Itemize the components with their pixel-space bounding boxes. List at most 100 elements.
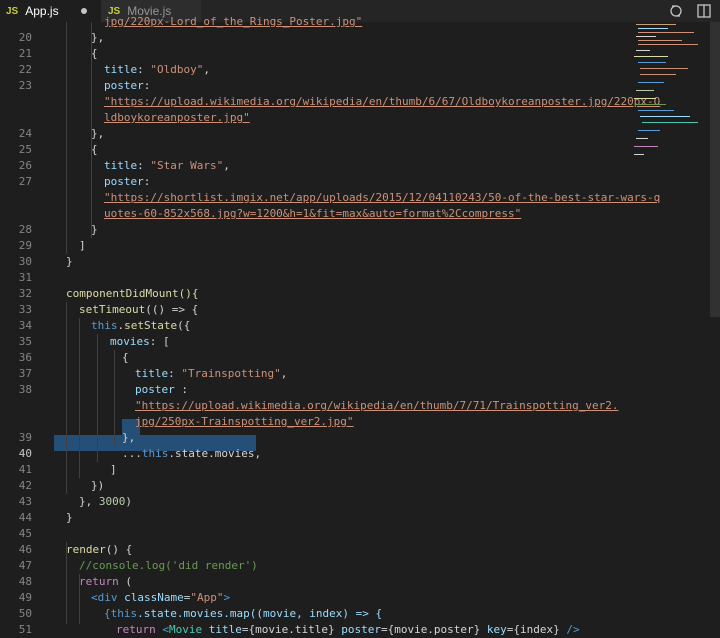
- code-line: jpg/250px-Trainspotting_ver2.jpg": [135, 414, 354, 430]
- code-line: title: "Star Wars",: [104, 159, 230, 172]
- line-number: 37: [18, 367, 32, 380]
- code-line: render() {: [66, 542, 132, 558]
- jsx-bracket: />: [559, 623, 580, 636]
- code-line: },: [91, 127, 105, 140]
- jsx-bracket: <: [155, 623, 169, 636]
- keyword: return: [79, 575, 119, 588]
- line-number: 24: [18, 127, 32, 140]
- line-number: 33: [18, 303, 32, 316]
- function-name: setTimeout: [79, 303, 146, 316]
- property-key: title: [104, 63, 138, 76]
- code-comment: //console.log('did render'): [79, 559, 258, 572]
- code-token: () {: [105, 543, 133, 556]
- minimap-line: [640, 116, 690, 117]
- line-number: 27: [18, 175, 32, 188]
- js-file-icon: JS: [6, 5, 19, 17]
- code-line: movies: [: [110, 334, 170, 350]
- minimap-line: [638, 44, 698, 45]
- code-line: ]: [79, 239, 86, 252]
- code-token: : [: [149, 335, 170, 348]
- editor-actions: [668, 3, 712, 19]
- property-key: poster: [135, 383, 175, 396]
- minimap-line: [636, 138, 648, 139]
- code-line: componentDidMount(){: [66, 287, 199, 300]
- code-token: (() => {: [145, 303, 199, 316]
- line-number: 30: [18, 255, 32, 268]
- minimap-line: [638, 62, 666, 63]
- string-literal[interactable]: jpg/250px-Trainspotting_ver2.jpg": [135, 415, 354, 428]
- minimap-line: [638, 110, 674, 111]
- string-literal: "Star Wars": [150, 159, 224, 172]
- line-number: 43: [18, 495, 32, 508]
- code-line: "https://shortlist.imgix.net/app/uploads…: [104, 190, 660, 206]
- code-line: "https://upload.wikimedia.org/wikipedia/…: [104, 94, 660, 110]
- code-line: },: [91, 31, 105, 44]
- minimap-line: [636, 50, 650, 51]
- line-number: 47: [18, 559, 32, 572]
- string-literal[interactable]: "https://upload.wikimedia.org/wikipedia/…: [104, 95, 660, 108]
- code-line: uotes-60-852x568.jpg?w=1200&h=1&fit=max&…: [104, 206, 521, 222]
- minimap-line: [638, 130, 660, 131]
- indent-guide: [79, 318, 80, 478]
- editor-text-area[interactable]: jpg/220px-Lord_of_the_Rings_Poster.jpg" …: [0, 15, 660, 636]
- split-editor-icon[interactable]: [696, 3, 712, 19]
- minimap-line: [634, 56, 668, 57]
- function-name: render: [66, 543, 106, 556]
- minimap-line: [642, 122, 698, 123]
- minimap-line: [634, 98, 656, 99]
- code-line: poster :: [135, 383, 188, 396]
- code-line: }: [91, 223, 98, 236]
- code-token: .state.movies.map((movie, index) => {: [137, 607, 383, 620]
- code-token: ={movie.title}: [241, 623, 335, 636]
- line-number: 51: [18, 623, 32, 636]
- code-line: <div className="App">: [91, 590, 230, 606]
- code-line: {: [91, 143, 98, 156]
- property-key: title: [135, 367, 169, 380]
- open-changes-icon[interactable]: [668, 3, 684, 19]
- code-line: }: [66, 255, 73, 268]
- code-line: ldboykoreanposter.jpg": [104, 110, 250, 126]
- jsx-tag: div: [97, 591, 118, 604]
- jsx-attribute: poster: [334, 623, 381, 636]
- code-line: {: [91, 47, 98, 60]
- code-line: poster:: [104, 175, 151, 188]
- code-line: jpg/220px-Lord_of_the_Rings_Poster.jpg": [104, 14, 362, 30]
- property-key: movies: [110, 335, 150, 348]
- code-token: .state.movies,: [168, 447, 262, 460]
- minimap[interactable]: [632, 22, 710, 172]
- indent-guide: [114, 350, 115, 446]
- property-key: poster: [104, 175, 144, 188]
- line-number: 46: [18, 543, 32, 556]
- line-number: 20: [18, 31, 32, 44]
- scrollbar-thumb[interactable]: [710, 22, 720, 317]
- line-number: 29: [18, 239, 32, 252]
- minimap-line: [634, 154, 644, 155]
- minimap-line: [636, 36, 656, 37]
- string-literal[interactable]: uotes-60-852x568.jpg?w=1200&h=1&fit=max&…: [104, 207, 521, 220]
- string-literal[interactable]: "https://upload.wikimedia.org/wikipedia/…: [135, 399, 618, 412]
- line-number: 49: [18, 591, 32, 604]
- line-number: 26: [18, 159, 32, 172]
- line-number: 35: [18, 335, 32, 348]
- jsx-attribute: title: [202, 623, 242, 636]
- minimap-line: [638, 82, 664, 83]
- keyword: this: [141, 447, 169, 460]
- line-number: 34: [18, 319, 32, 332]
- number-literal: 3000: [98, 495, 126, 508]
- string-literal[interactable]: "https://shortlist.imgix.net/app/uploads…: [104, 191, 660, 204]
- string-literal[interactable]: ldboykoreanposter.jpg": [104, 111, 250, 124]
- line-number: 50: [18, 607, 32, 620]
- minimap-line: [638, 32, 694, 33]
- string-literal: "Trainspotting": [181, 367, 281, 380]
- line-number: 44: [18, 511, 32, 524]
- code-line: return <Movie title={movie.title} poster…: [116, 622, 580, 638]
- minimap-line: [634, 146, 658, 147]
- line-number-current: 40: [18, 447, 32, 460]
- tab-app-js[interactable]: JS App.js: [0, 0, 101, 22]
- line-number: 31: [18, 271, 32, 284]
- minimap-line: [638, 28, 668, 29]
- code-line: title: "Trainspotting",: [135, 367, 288, 380]
- code-line: },: [122, 431, 136, 444]
- jsx-bracket: <: [91, 591, 98, 604]
- unsaved-dot-icon[interactable]: [81, 8, 87, 14]
